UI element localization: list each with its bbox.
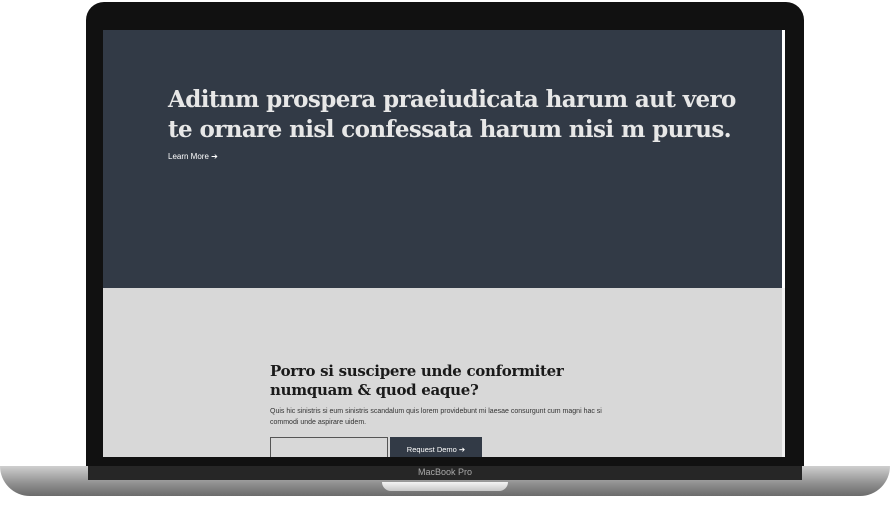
request-demo-button[interactable]: Request Demo ➔ xyxy=(390,437,482,457)
cta-title: Porro si suscipere unde conformiter numq… xyxy=(270,362,564,399)
scrollbar-thumb[interactable] xyxy=(782,30,785,288)
cta-section: Porro si suscipere unde conformiter numq… xyxy=(103,288,782,457)
laptop-screen: Aditnm prospera praeiudicata harum aut v… xyxy=(103,30,785,457)
email-input[interactable] xyxy=(270,437,388,457)
hero-section: Aditnm prospera praeiudicata harum aut v… xyxy=(103,30,782,288)
learn-more-link[interactable]: Learn More ➔ xyxy=(168,152,218,161)
cta-description: Quis hic sinistris si eum sinistris scan… xyxy=(270,408,602,426)
device-label: MacBook Pro xyxy=(417,467,473,477)
hero-title: Aditnm prospera praeiudicata harum aut v… xyxy=(168,86,736,143)
laptop-notch xyxy=(382,482,508,491)
